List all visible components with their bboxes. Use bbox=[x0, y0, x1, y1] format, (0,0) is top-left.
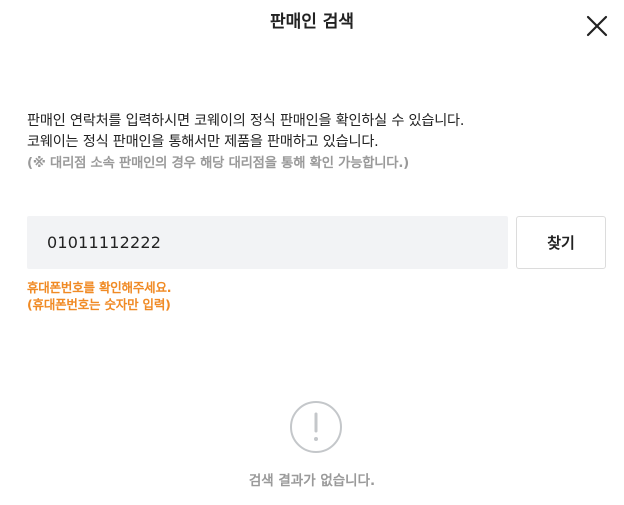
description-line-2: 코웨이는 정식 판매인을 통해서만 제품을 판매하고 있습니다. bbox=[27, 134, 379, 150]
error-line-1: 휴대폰번호를 확인해주세요. bbox=[27, 280, 172, 295]
description-note: (※ 대리점 소속 판매인의 경우 해당 대리점을 통해 확인 가능합니다.) bbox=[27, 156, 410, 171]
description-line-1: 판매인 연락처를 입력하시면 코웨이의 정식 판매인을 확인하실 수 있습니다. bbox=[27, 113, 465, 129]
description: 판매인 연락처를 입력하시면 코웨이의 정식 판매인을 확인하실 수 있습니다.… bbox=[27, 111, 607, 174]
seller-search-modal: 판매인 검색 판매인 연락처를 입력하시면 코웨이의 정식 판매인을 확인하실 … bbox=[0, 0, 624, 505]
phone-input[interactable] bbox=[47, 216, 488, 269]
phone-input-box bbox=[27, 216, 508, 269]
find-button[interactable]: 찾기 bbox=[516, 216, 606, 269]
error-line-2: (휴대폰번호는 숫자만 입력) bbox=[27, 297, 171, 312]
close-icon bbox=[586, 15, 608, 37]
modal-title: 판매인 검색 bbox=[269, 12, 355, 32]
exclamation-circle-icon bbox=[289, 400, 343, 454]
close-button[interactable] bbox=[584, 13, 610, 39]
error-message: 휴대폰번호를 확인해주세요. (휴대폰번호는 숫자만 입력) bbox=[27, 279, 172, 313]
empty-result-text: 검색 결과가 없습니다. bbox=[248, 473, 376, 489]
